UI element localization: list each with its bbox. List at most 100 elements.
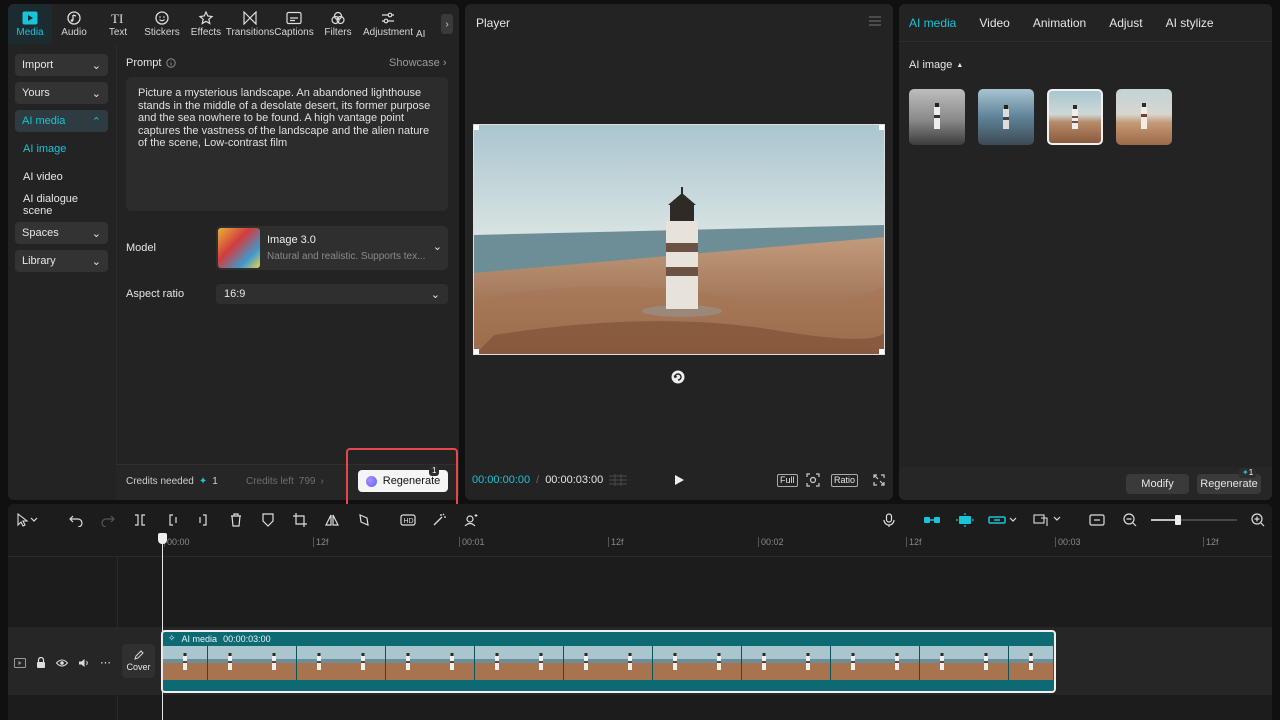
timeline-ruler[interactable]: 00:00 12f 00:01 12f 00:02 12f 00:03 12f (8, 534, 1272, 554)
showcase-link[interactable]: Showcase › (389, 57, 447, 69)
preview-axis-icon[interactable] (1033, 512, 1063, 528)
preview-image[interactable] (473, 124, 885, 355)
hd-icon[interactable]: HD (400, 512, 416, 528)
clip-frame-thumbnail (875, 646, 920, 680)
tab-ai-media[interactable]: AI media (909, 16, 956, 30)
video-track-icon (14, 657, 26, 668)
ratio-button[interactable]: Ratio (831, 474, 859, 487)
tab-adjust[interactable]: Adjust (1109, 16, 1142, 30)
clip-frame-thumbnail (296, 646, 341, 680)
generated-image-3-selected[interactable] (1047, 89, 1103, 145)
tab-animation[interactable]: Animation (1033, 16, 1086, 30)
ai-dialogue-item[interactable]: AI dialogue scene (15, 193, 108, 217)
ai-media-button[interactable]: AI media ⌃ (15, 110, 108, 132)
split-icon[interactable] (133, 512, 147, 528)
yours-button[interactable]: Yours ⌄ (15, 82, 108, 104)
clip-frame-thumbnail (563, 646, 608, 680)
stickers-icon (155, 10, 169, 25)
generated-image-4[interactable] (1116, 89, 1172, 145)
undo-icon[interactable] (69, 512, 83, 528)
regenerate-credit-badge: ✦1 (1239, 468, 1257, 478)
mirror-icon[interactable] (325, 512, 339, 528)
waveform-icon (609, 474, 627, 486)
model-select[interactable]: Image 3.0 Natural and realistic. Support… (216, 226, 448, 270)
ai-avatar-icon[interactable] (464, 512, 478, 528)
more-icon[interactable]: ⋯ (100, 656, 111, 669)
nav-ai-overflow[interactable]: AI (416, 4, 426, 44)
microphone-icon[interactable] (883, 512, 895, 528)
nav-filters[interactable]: Filters (316, 4, 360, 44)
rotate-icon[interactable] (671, 370, 685, 384)
nav-scroll-right-button[interactable]: › (441, 14, 453, 34)
marker-icon[interactable] (261, 512, 275, 528)
nav-adjustment[interactable]: Adjustment (360, 4, 416, 44)
model-name: Image 3.0 (267, 234, 316, 246)
info-icon[interactable] (166, 58, 177, 68)
playhead[interactable] (162, 534, 163, 720)
highlight-box (346, 448, 458, 510)
linkage-icon[interactable] (988, 512, 1018, 528)
delete-icon[interactable] (229, 512, 243, 528)
zoom-in-icon[interactable] (1251, 512, 1265, 528)
nav-stickers[interactable]: Stickers (140, 4, 184, 44)
fullscreen-icon[interactable] (873, 474, 885, 486)
resize-handle[interactable] (474, 349, 479, 354)
ai-video-item[interactable]: AI video (15, 166, 108, 188)
resize-handle[interactable] (879, 349, 884, 354)
timeline-panel: HD 00:00 12f 00:01 12f 00:02 12f 00:03 1… (8, 504, 1272, 720)
auto-snap-icon[interactable] (956, 512, 974, 528)
tab-ai-stylize[interactable]: AI stylize (1166, 16, 1214, 30)
tab-video[interactable]: Video (979, 16, 1009, 30)
ai-media-clip[interactable]: ✧ AI media 00:00:03:00 (161, 630, 1056, 693)
select-tool-icon[interactable] (16, 512, 38, 528)
resize-handle[interactable] (879, 125, 884, 130)
playhead-handle[interactable] (158, 533, 167, 544)
modify-button[interactable]: Modify (1126, 474, 1189, 494)
eye-icon[interactable] (56, 658, 68, 668)
magic-wand-icon[interactable] (432, 512, 446, 528)
resize-handle[interactable] (474, 125, 479, 130)
prompt-input[interactable]: Picture a mysterious landscape. An aband… (126, 77, 448, 211)
full-button[interactable]: Full (777, 474, 798, 487)
lock-icon[interactable] (36, 657, 46, 668)
generated-image-1[interactable] (909, 89, 965, 145)
credits-left[interactable]: Credits left 799 › (246, 476, 324, 487)
inspector-tabs: AI media Video Animation Adjust AI styli… (899, 4, 1272, 42)
generated-image-2[interactable] (978, 89, 1034, 145)
prompt-label: Prompt (126, 57, 177, 69)
rotate-clip-icon[interactable] (357, 512, 371, 528)
trim-left-icon[interactable] (166, 512, 180, 528)
menu-icon[interactable] (869, 16, 881, 26)
play-button[interactable] (673, 474, 685, 486)
cover-button[interactable]: Cover (122, 644, 155, 678)
chevron-right-icon: › (442, 57, 447, 69)
pencil-icon (133, 650, 144, 660)
spaces-button[interactable]: Spaces ⌄ (15, 222, 108, 244)
main-track-link-icon[interactable] (923, 512, 941, 528)
model-label: Model (126, 242, 156, 254)
import-button[interactable]: Import ⌄ (15, 54, 108, 76)
top-nav: Media Audio TI Text Stickers Effects Tra… (8, 4, 459, 44)
ai-image-item[interactable]: AI image (15, 138, 108, 160)
clip-frame-thumbnail (786, 646, 831, 680)
crop-icon[interactable] (293, 512, 307, 528)
clip-frame-thumbnail (519, 646, 564, 680)
fit-screen-icon[interactable] (806, 473, 820, 487)
zoom-slider[interactable] (1151, 512, 1237, 528)
nav-effects[interactable]: Effects (184, 4, 228, 44)
redo-icon[interactable] (101, 512, 115, 528)
zoom-out-icon[interactable] (1123, 512, 1137, 528)
player-title: Player (476, 16, 511, 30)
fit-timeline-icon[interactable] (1089, 512, 1105, 528)
volume-icon[interactable] (78, 658, 90, 668)
nav-transitions[interactable]: Transitions (226, 4, 274, 44)
nav-audio[interactable]: Audio (52, 4, 96, 44)
aspect-ratio-select[interactable]: 16:9 ⌄ (216, 284, 448, 304)
trim-right-icon[interactable] (196, 512, 210, 528)
nav-captions[interactable]: Captions (272, 4, 316, 44)
nav-text[interactable]: TI Text (96, 4, 140, 44)
ai-image-section-toggle[interactable]: AI image ▲ (909, 59, 963, 71)
library-button[interactable]: Library ⌄ (15, 250, 108, 272)
chevron-down-icon: ⌄ (91, 255, 101, 268)
nav-media[interactable]: Media (8, 4, 52, 44)
